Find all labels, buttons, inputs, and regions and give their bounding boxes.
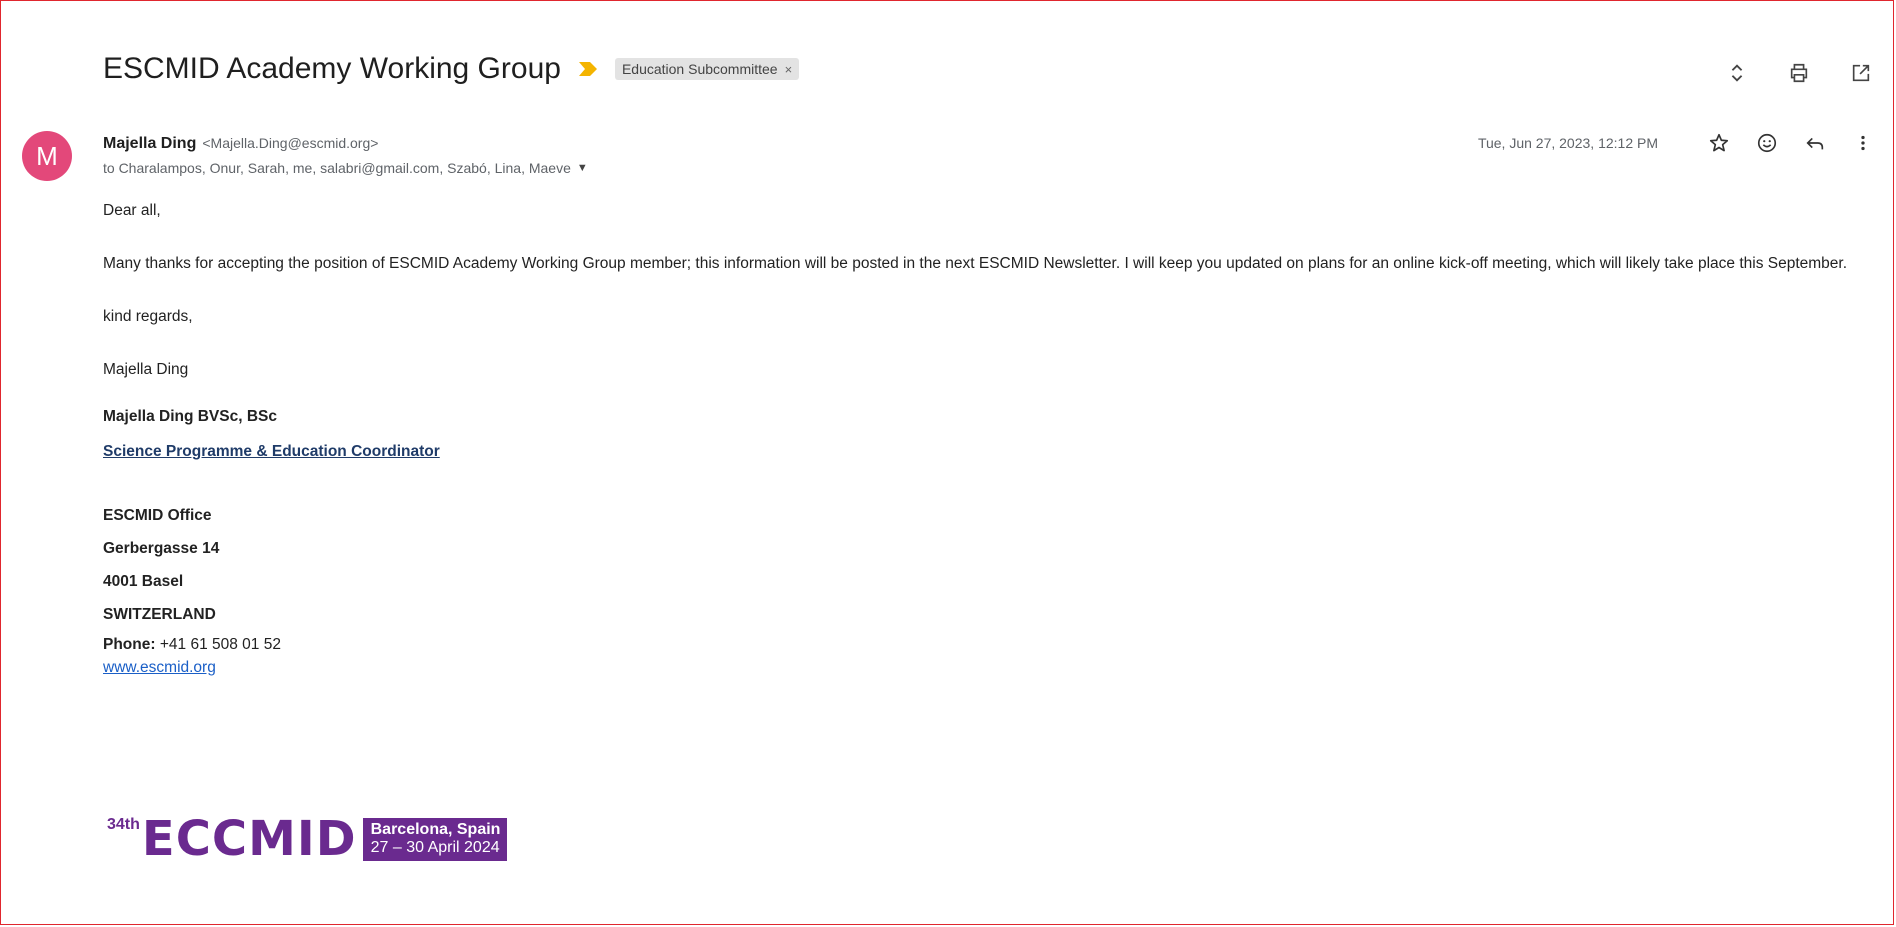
sender-name[interactable]: Majella Ding: [103, 135, 196, 153]
message-meta: Tue, Jun 27, 2023, 12:12 PM: [1478, 130, 1876, 156]
label-remove-icon[interactable]: ×: [785, 62, 793, 77]
show-details-caret-icon[interactable]: ▼: [577, 162, 588, 174]
sender-row: Majella Ding <Majella.Ding@escmid.org>: [103, 135, 378, 153]
eccmid-banner[interactable]: 34th ECCMID Barcelona, Spain 27 – 30 Apr…: [107, 811, 508, 867]
emoji-reaction-icon[interactable]: [1754, 130, 1780, 156]
reply-icon[interactable]: [1802, 130, 1828, 156]
signature-country: SWITZERLAND: [103, 606, 216, 623]
open-in-new-window-icon[interactable]: [1848, 60, 1874, 86]
star-icon[interactable]: [1706, 130, 1732, 156]
closing: kind regards,: [103, 308, 193, 325]
importance-marker-icon[interactable]: [578, 62, 597, 76]
expand-collapse-icon[interactable]: [1724, 60, 1750, 86]
signoff: Majella Ding: [103, 361, 189, 378]
message-date: Tue, Jun 27, 2023, 12:12 PM: [1477, 135, 1658, 151]
more-options-icon[interactable]: [1850, 130, 1876, 156]
message-body: Dear all, Many thanks for accepting the …: [103, 196, 1863, 678]
signature-name: Majella Ding BVSc, BSc: [103, 408, 277, 425]
banner-city: Barcelona, Spain: [370, 820, 501, 838]
signature-office: ESCMID Office: [103, 507, 212, 524]
signature-street: Gerbergasse 14: [103, 540, 220, 557]
banner-ordinal: 34th: [107, 816, 140, 833]
banner-dates: 27 – 30 April 2024: [370, 838, 500, 856]
phone-label: Phone:: [103, 636, 156, 653]
label-chip[interactable]: Education Subcommittee ×: [614, 58, 800, 80]
email-subject: ESCMID Academy Working Group: [103, 52, 561, 85]
signature-phone: Phone: +41 61 508 01 52: [103, 631, 1863, 658]
sender-avatar[interactable]: M: [22, 131, 72, 181]
message-paragraph: Many thanks for accepting the position o…: [103, 255, 1848, 272]
signature-city: 4001 Basel: [103, 573, 184, 590]
label-text: Education Subcommittee: [621, 61, 778, 77]
greeting: Dear all,: [103, 202, 161, 219]
recipients-list: to Charalampos, Onur, Sarah, me, salabri…: [103, 160, 571, 176]
print-icon[interactable]: [1786, 60, 1812, 86]
banner-location: Barcelona, Spain 27 – 30 April 2024: [362, 817, 508, 861]
signature-title-link[interactable]: Science Programme & Education Coordinato…: [103, 443, 440, 461]
banner-brand: ECCMID: [141, 811, 357, 867]
recipients-row: to Charalampos, Onur, Sarah, me, salabri…: [103, 160, 588, 176]
thread-toolbar: [1724, 60, 1874, 86]
subject-row: ESCMID Academy Working Group Education S…: [103, 52, 800, 86]
phone-number: +41 61 508 01 52: [159, 636, 281, 653]
signature-block: Majella Ding BVSc, BSc Science Programme…: [103, 408, 1863, 678]
sender-email: <Majella.Ding@escmid.org>: [202, 135, 379, 151]
signature-website-link[interactable]: www.escmid.org: [103, 658, 1863, 678]
